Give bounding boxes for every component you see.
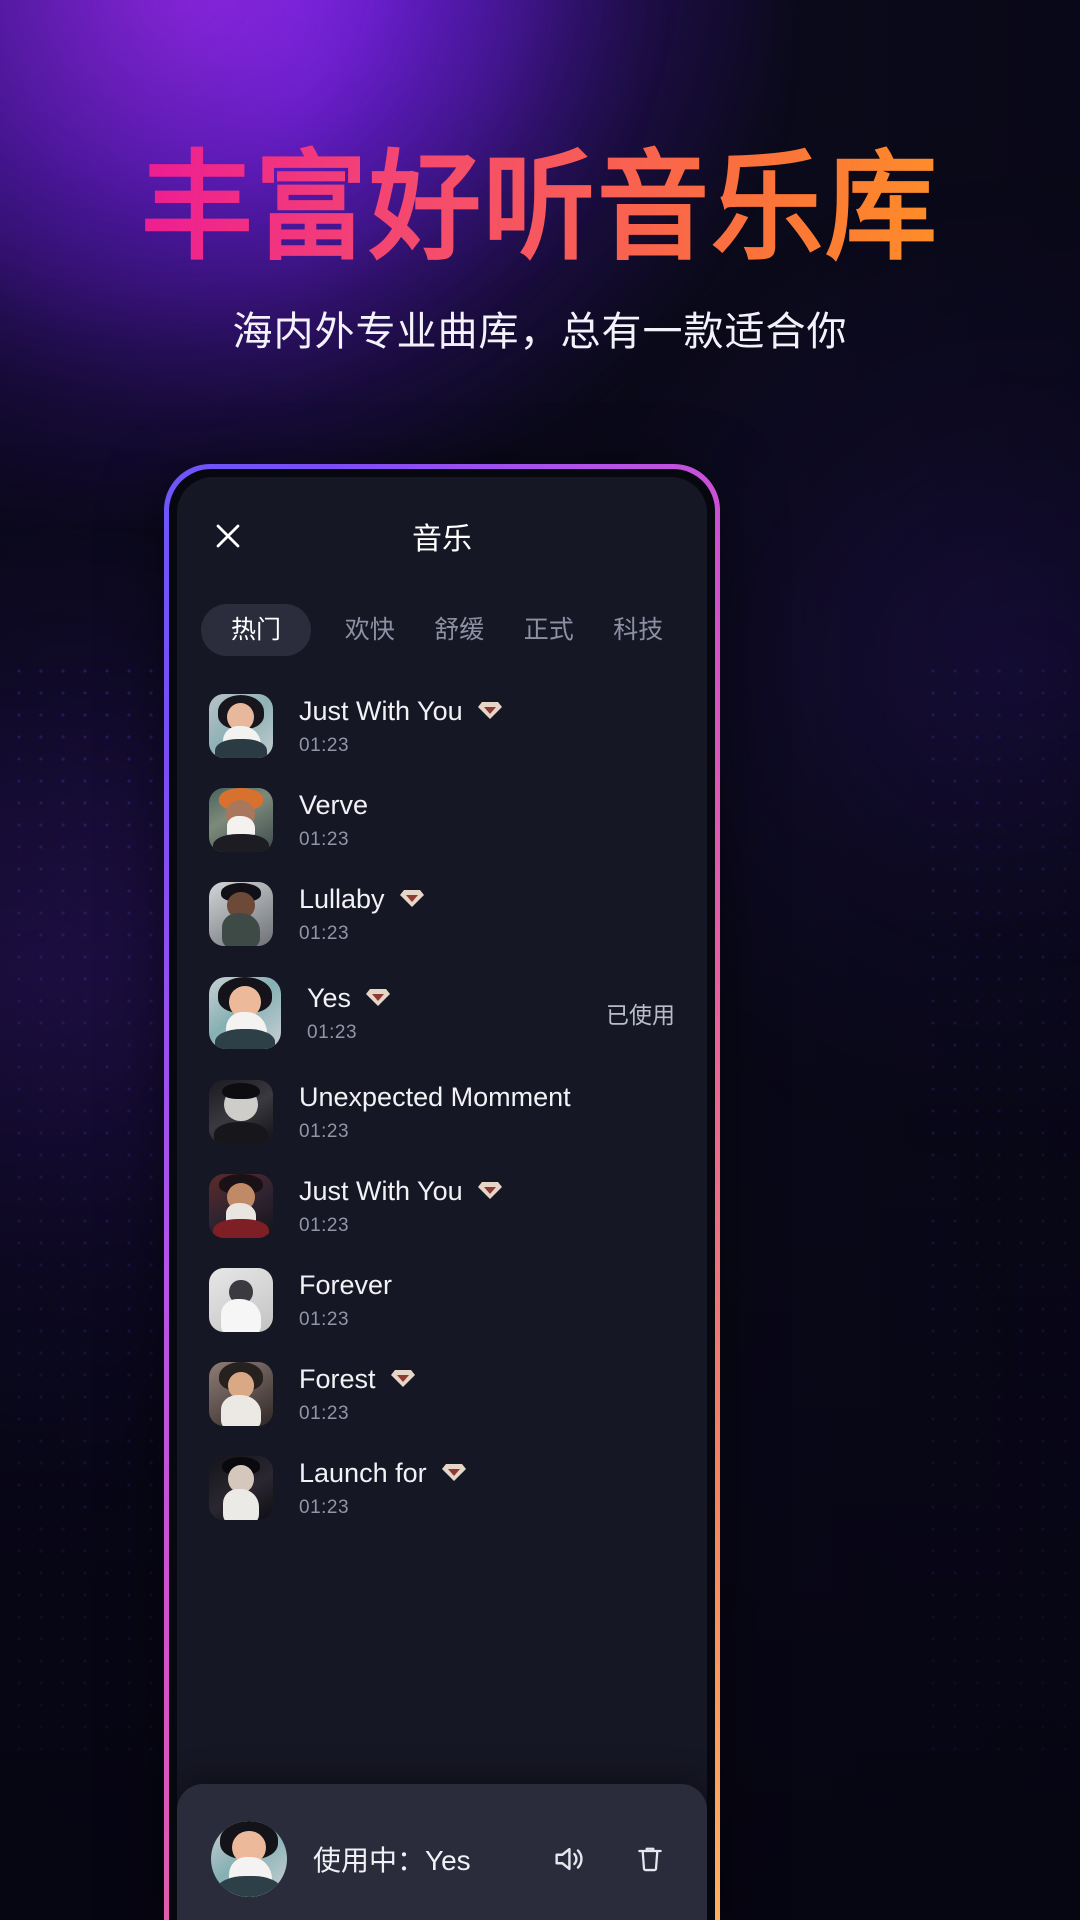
list-item[interactable]: Forever 01:23 <box>177 1253 707 1347</box>
song-meta: Yes 01:23 <box>307 983 594 1044</box>
song-title: Verve <box>299 789 369 820</box>
song-title-line: Unexpected Momment <box>299 1082 663 1113</box>
used-badge: 已使用 <box>606 1002 675 1028</box>
app-title: 音乐 <box>412 523 472 556</box>
tab-upbeat[interactable]: 欢快 <box>325 604 415 656</box>
song-title-line: Yes <box>307 983 594 1014</box>
vip-diamond-icon <box>399 890 424 907</box>
song-title: Unexpected Momment <box>299 1081 571 1112</box>
song-title-line: Just With You <box>299 696 663 727</box>
song-duration: 01:23 <box>299 828 350 850</box>
song-list[interactable]: Just With You 01:23 Verve 01:23 Lullaby … <box>177 665 707 1784</box>
list-item[interactable]: Just With You 01:23 <box>177 1159 707 1253</box>
album-thumbnail <box>209 977 281 1049</box>
album-thumbnail <box>209 1174 273 1238</box>
song-title: Just With You <box>299 695 463 726</box>
list-item[interactable]: Lullaby 01:23 <box>177 867 707 961</box>
volume-icon[interactable] <box>545 1836 591 1882</box>
list-item[interactable]: Just With You 01:23 <box>177 679 707 773</box>
song-meta: Just With You 01:23 <box>299 1176 663 1237</box>
vip-diamond-icon <box>390 1370 415 1387</box>
vip-diamond-icon <box>477 702 502 719</box>
app-header: 音乐 <box>177 477 707 595</box>
song-title: Just With You <box>299 1175 463 1206</box>
phone-mockup: 音乐 热门 欢快 舒缓 正式 科技 Just With You 01:23 Ve… <box>164 464 720 1920</box>
album-thumbnail <box>209 1456 273 1520</box>
song-title: Yes <box>307 982 352 1013</box>
now-playing-bar: 使用中：Yes <box>177 1784 707 1920</box>
song-title: Forest <box>299 1363 376 1394</box>
song-title: Launch for <box>299 1457 427 1488</box>
album-thumbnail <box>209 1362 273 1426</box>
song-title: Lullaby <box>299 883 385 914</box>
list-item[interactable]: Yes 01:23 已使用 <box>177 961 707 1065</box>
list-item[interactable]: Verve 01:23 <box>177 773 707 867</box>
song-meta: Unexpected Momment 01:23 <box>299 1082 663 1143</box>
song-meta: Forest 01:23 <box>299 1364 663 1425</box>
song-duration: 01:23 <box>299 1496 350 1518</box>
song-title-line: Forever <box>299 1270 663 1301</box>
song-duration: 01:23 <box>299 922 350 944</box>
now-playing-avatar <box>211 1821 287 1897</box>
close-icon[interactable] <box>205 513 251 559</box>
song-title: Forever <box>299 1269 393 1300</box>
tab-tech[interactable]: 科技 <box>594 604 684 656</box>
list-item[interactable]: Forest 01:23 <box>177 1347 707 1441</box>
song-meta: Launch for 01:23 <box>299 1458 663 1519</box>
player-actions <box>545 1836 673 1882</box>
song-title-line: Just With You <box>299 1176 663 1207</box>
now-playing-label: 使用中：Yes <box>313 1845 471 1876</box>
page-subtitle: 海内外专业曲库，总有一款适合你 <box>232 309 848 354</box>
album-thumbnail <box>209 882 273 946</box>
tab-hot[interactable]: 热门 <box>201 604 311 656</box>
album-thumbnail <box>209 1080 273 1144</box>
song-duration: 01:23 <box>299 1402 350 1424</box>
vip-diamond-icon <box>477 1182 502 1199</box>
phone-bezel: 音乐 热门 欢快 舒缓 正式 科技 Just With You 01:23 Ve… <box>169 469 715 1920</box>
album-thumbnail <box>209 694 273 758</box>
song-title-line: Verve <box>299 790 663 821</box>
album-thumbnail <box>209 788 273 852</box>
song-duration: 01:23 <box>299 1120 350 1142</box>
album-thumbnail <box>209 1268 273 1332</box>
hero-section: 丰富好听音乐库 海内外专业曲库，总有一款适合你 <box>0 0 1080 357</box>
song-meta: Just With You 01:23 <box>299 696 663 757</box>
song-meta: Forever 01:23 <box>299 1270 663 1331</box>
app-screen: 音乐 热门 欢快 舒缓 正式 科技 Just With You 01:23 Ve… <box>177 477 707 1920</box>
list-item[interactable]: Unexpected Momment 01:23 <box>177 1065 707 1159</box>
trash-icon[interactable] <box>627 1836 673 1882</box>
song-title-line: Lullaby <box>299 884 663 915</box>
page-title: 丰富好听音乐库 <box>0 143 1080 272</box>
song-meta: Lullaby 01:23 <box>299 884 663 945</box>
song-duration: 01:23 <box>307 1021 358 1043</box>
tab-formal[interactable]: 正式 <box>504 604 594 656</box>
song-duration: 01:23 <box>299 734 350 756</box>
song-title-line: Launch for <box>299 1458 663 1489</box>
category-tabs: 热门 欢快 舒缓 正式 科技 <box>177 595 707 665</box>
song-duration: 01:23 <box>299 1214 350 1236</box>
vip-diamond-icon <box>441 1464 466 1481</box>
vip-diamond-icon <box>366 989 391 1006</box>
list-item[interactable]: Launch for 01:23 <box>177 1441 707 1535</box>
tab-soothing[interactable]: 舒缓 <box>415 604 505 656</box>
song-duration: 01:23 <box>299 1308 350 1330</box>
song-title-line: Forest <box>299 1364 663 1395</box>
song-meta: Verve 01:23 <box>299 790 663 851</box>
